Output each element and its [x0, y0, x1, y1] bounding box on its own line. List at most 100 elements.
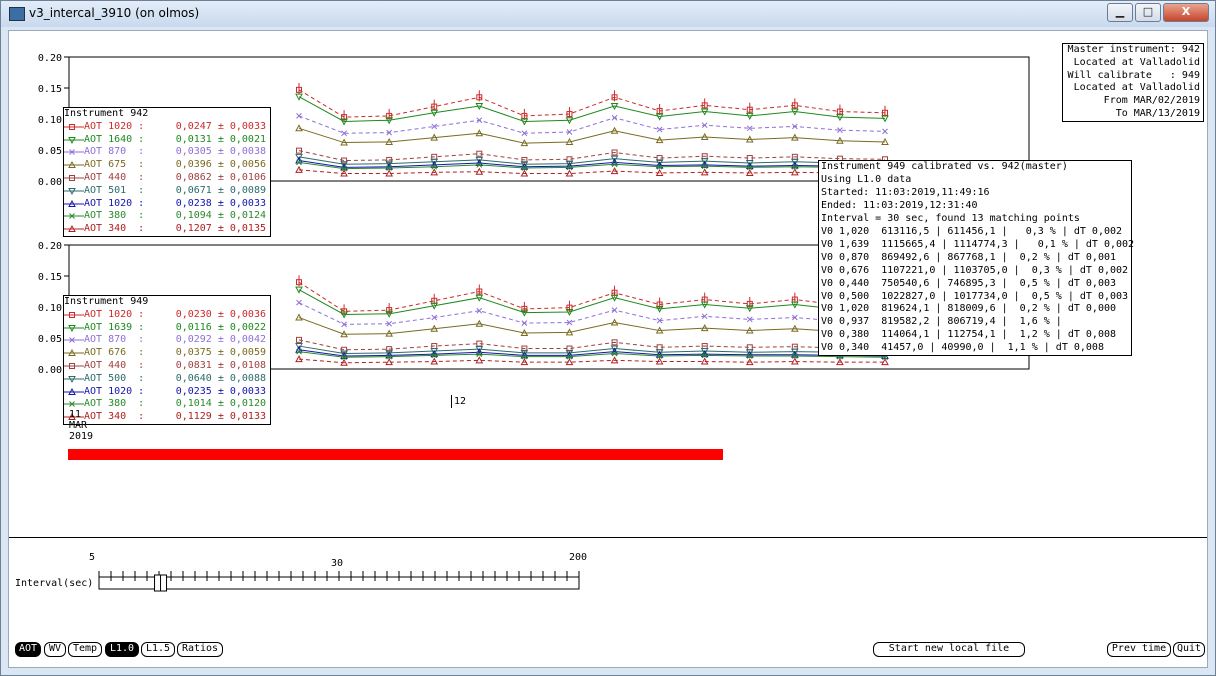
legend-instrument-942: Instrument 942 AOT 1020 :0,0247 ± 0,0033 A…	[63, 107, 271, 237]
legend-label: AOT 675 :	[84, 159, 145, 171]
y-tick-label: 0.15	[38, 272, 62, 283]
legend-label: AOT 1639 :	[84, 321, 145, 333]
legend-value: 0,1129 ± 0,0133	[175, 411, 266, 423]
date-month: MAR	[69, 420, 88, 431]
calib-line: V0 0,380 114064,1 | 112754,1 | 1,2 % | d…	[821, 329, 1117, 341]
master-line: Master instrument: 942	[1067, 44, 1200, 55]
calib-line: V0 1,020 819624,1 | 818009,6 | 0,2 % | d…	[821, 303, 1117, 315]
calibration-info-box: Instrument 949 calibrated vs. 942(master…	[818, 160, 1135, 357]
l15-button[interactable]: L1.5	[141, 642, 175, 657]
legend-label: AOT 870 :	[84, 334, 145, 346]
legend-title: Instrument 949	[64, 296, 149, 307]
calib-line: V0 0,340 41457,0 | 40990,0 | 1,1 % | dT …	[821, 342, 1104, 354]
y-tick-label: 0.20	[38, 241, 62, 252]
legend-entry: AOT 675 : 0,0396 ± 0,0056	[64, 159, 270, 172]
legend-swatch	[64, 225, 84, 233]
wv-button[interactable]: WV	[44, 642, 66, 657]
data-point	[882, 128, 888, 135]
legend-swatch	[64, 362, 84, 369]
calib-line: Instrument 949 calibrated vs. 942(master…	[821, 161, 1068, 172]
legend-value: 0,0375 ± 0,0059	[175, 347, 266, 359]
legend-entry: AOT 380 : 0,1014 ± 0,0120	[64, 398, 270, 411]
progress-track	[68, 449, 723, 460]
legend-value: 0,0116 ± 0,0022	[175, 321, 266, 333]
legend-swatch	[64, 123, 84, 130]
legend-label: AOT 870 :	[84, 146, 145, 158]
quit-button[interactable]: Quit	[1173, 642, 1205, 657]
prev-time-button[interactable]: Prev time	[1107, 642, 1171, 657]
legend-entry: AOT 500 : 0,0640 ± 0,0088	[64, 373, 270, 386]
close-button[interactable]: X	[1163, 3, 1209, 22]
interval-mid-label: 30	[331, 558, 344, 569]
legend-entry: AOT 1640 : 0,0131 ± 0,0021	[64, 134, 270, 147]
legend-label: AOT 440 :	[84, 171, 145, 183]
master-line: Located at Valladolid	[1073, 56, 1200, 68]
legend-label: AOT 1020 :	[84, 308, 145, 320]
legend-entry: AOT 1639 : 0,0116 ± 0,0022	[64, 322, 270, 335]
legend-entry: AOT 870 : 0,0292 ± 0,0042	[64, 334, 270, 347]
legend-value: 0,0131 ± 0,0021	[175, 133, 266, 145]
minimize-button[interactable]: ▁	[1107, 3, 1133, 22]
legend-entry: AOT 1020 : 0,0230 ± 0,0036	[64, 309, 270, 322]
calib-line: V0 0,870 869492,6 | 867768,1 | 0,2 % | d…	[821, 251, 1117, 263]
data-point	[295, 124, 303, 132]
legend-swatch	[64, 136, 84, 144]
date-day: 11	[69, 409, 82, 420]
legend-value: 0,0292 ± 0,0042	[175, 334, 266, 346]
ratios-button[interactable]: Ratios	[177, 642, 223, 657]
master-line: To MAR/13/2019	[1115, 107, 1200, 119]
legend-label: AOT 380 :	[84, 210, 145, 222]
legend-value: 0,0238 ± 0,0033	[175, 197, 266, 209]
legend-label: AOT 501 :	[84, 184, 145, 196]
legend-value: 0,1014 ± 0,0120	[175, 398, 266, 410]
legend-label: AOT 1020 :	[84, 385, 145, 397]
data-point	[296, 113, 302, 119]
legend-value: 0,1094 ± 0,0124	[175, 210, 266, 222]
data-point	[295, 313, 303, 321]
calib-line: V0 0,937 819582,2 | 806719,4 | 1,6 % |	[821, 316, 1062, 328]
legend-swatch	[64, 387, 84, 395]
interval-slider[interactable]	[97, 569, 583, 593]
legend-label: AOT 500 :	[84, 372, 145, 384]
start-new-local-file-button[interactable]: Start new local file	[873, 642, 1025, 657]
y-tick-label: 0.15	[38, 84, 62, 95]
y-tick-label: 0.05	[38, 334, 62, 345]
y-tick-label: 0.05	[38, 146, 62, 157]
legend-swatch	[64, 375, 84, 383]
l10-button[interactable]: L1.0	[105, 642, 139, 657]
aot-button[interactable]: AOT	[15, 642, 41, 657]
legend-value: 0,0671 ± 0,0089	[175, 184, 266, 196]
interval-max-label: 200	[569, 552, 588, 563]
legend-label: AOT 1640 :	[84, 133, 145, 145]
legend-label: AOT 1020 :	[84, 120, 145, 132]
x-tick-label: 12	[454, 396, 467, 407]
legend-swatch	[64, 199, 84, 207]
legend-label: AOT 440 :	[84, 359, 145, 371]
calib-line: Using L1.0 data	[821, 173, 912, 185]
calib-line: Ended: 11:03:2019,12:31:40	[821, 199, 978, 211]
legend-entry: AOT 440 : 0,0831 ± 0,0108	[64, 360, 270, 373]
y-tick-label: 0.10	[38, 115, 62, 126]
date-year: 2019	[69, 431, 94, 442]
legend-entry: AOT 1020 : 0,0247 ± 0,0033	[64, 121, 270, 134]
legend-swatch	[64, 213, 84, 220]
legend-entry: AOT 501 : 0,0671 ± 0,0089	[64, 185, 270, 198]
legend-label: AOT 340 :	[84, 223, 145, 235]
legend-entry: AOT 676 : 0,0375 ± 0,0059	[64, 347, 270, 360]
calib-line: Interval = 30 sec, found 13 matching poi…	[821, 212, 1080, 224]
legend-value: 0,0862 ± 0,0106	[175, 171, 266, 183]
maximize-button[interactable]: □	[1135, 3, 1161, 22]
legend-swatch	[64, 174, 84, 181]
legend-swatch	[64, 187, 84, 195]
legend-entry: AOT 1020 : 0,0238 ± 0,0033	[64, 198, 270, 211]
legend-swatch	[64, 311, 84, 318]
legend-entry: AOT 380 : 0,1094 ± 0,0124	[64, 210, 270, 223]
legend-value: 0,0305 ± 0,0038	[175, 146, 266, 158]
legend-swatch	[64, 161, 84, 169]
calib-line: V0 1,639 1115665,4 | 1114774,3 | 0,1 % |…	[821, 238, 1135, 250]
legend-swatch	[64, 337, 84, 344]
window-title: v3_intercal_3910 (on olmos)	[29, 6, 200, 20]
temp-button[interactable]: Temp	[68, 642, 102, 657]
title-bar[interactable]: v3_intercal_3910 (on olmos) ▁ □ X	[1, 1, 1215, 27]
y-tick-label: 0.10	[38, 303, 62, 314]
